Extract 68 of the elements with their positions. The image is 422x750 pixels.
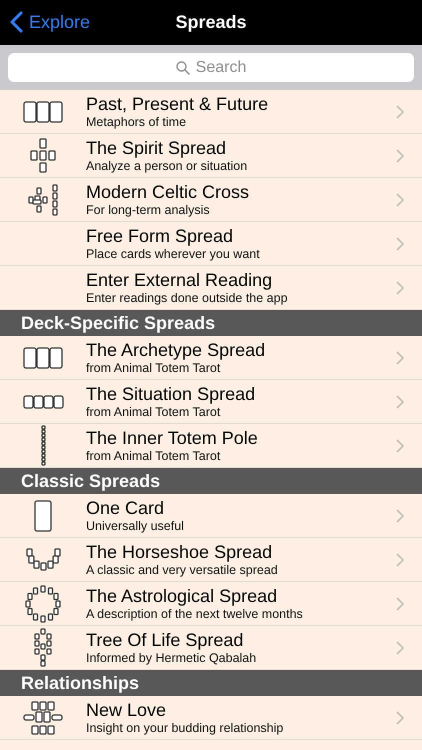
chevron-icon (396, 148, 404, 162)
spread-title: New Love (86, 700, 168, 720)
spread-title: Tree Of Life Spread (86, 630, 244, 650)
spread-subtitle: from Animal Totem Tarot (86, 360, 222, 376)
spread-subtitle: For long-term analysis (86, 202, 211, 218)
chevron-icon (396, 350, 404, 364)
card-layout-icon (40, 425, 46, 466)
card-layout-icon (26, 548, 60, 571)
search-field[interactable]: Search (8, 53, 414, 82)
spread-subtitle: Enter readings done outside the app (86, 290, 289, 306)
search-icon (176, 61, 190, 75)
spread-subtitle: Analyze a person or situation (86, 158, 248, 174)
card-layout-icon (30, 138, 56, 173)
spread-subtitle: from Animal Totem Tarot (86, 448, 222, 464)
spread-subtitle: Metaphors of time (86, 114, 188, 130)
section-header: Deck-Specific Spreads (0, 310, 422, 336)
spread-list-item[interactable]: The Archetype Spread from Animal Totem Tarot (0, 336, 422, 380)
spread-title: Free Form Spread (86, 226, 234, 246)
spread-title: The Horseshoe Spread (86, 542, 274, 562)
card-layout-icon (28, 184, 58, 216)
card-layout-icon (34, 500, 52, 532)
spread-subtitle: A classic and very versatile spread (86, 562, 279, 578)
spread-title: Past, Present & Future (86, 94, 270, 114)
spread-list-item[interactable]: The Spirit Spread Analyze a person or situation (0, 134, 422, 178)
spread-list-item[interactable]: Past, Present & Future Metaphors of time (0, 90, 422, 134)
spread-subtitle: A description of the next twelve months (86, 606, 304, 622)
spread-list-item[interactable]: Modern Celtic Cross For long-term analysis (0, 178, 422, 222)
spread-subtitle: Place cards wherever you want (86, 246, 261, 262)
card-layout-icon (23, 700, 63, 734)
screen-title: Spreads (175, 12, 247, 33)
section-header: Relationships (0, 670, 422, 696)
back-button[interactable]: Explore (10, 11, 90, 33)
spread-title: The Astrological Spread (86, 586, 278, 606)
spread-list-item[interactable]: One Card Universally useful (0, 494, 422, 538)
chevron-icon (396, 438, 404, 452)
chevron-icon (396, 236, 404, 250)
chevron-icon (396, 394, 404, 408)
chevron-icon (396, 640, 404, 654)
card-layout-icon (22, 394, 64, 408)
spread-subtitle: Universally useful (86, 518, 185, 534)
chevron-icon (396, 104, 404, 118)
chevron-icon (396, 596, 404, 610)
chevron-icon (396, 552, 404, 566)
spread-subtitle: Insight on your budding relationship (86, 720, 284, 736)
spread-list-item[interactable]: The Astrological Spread A description of the next twelve months (0, 582, 422, 626)
spread-subtitle: from Animal Totem Tarot (86, 404, 222, 420)
card-layout-icon (23, 100, 63, 122)
card-layout-icon (34, 628, 52, 667)
spread-title: Enter External Reading (86, 270, 274, 290)
spread-subtitle: Informed by Hermetic Qabalah (86, 650, 258, 666)
back-chevron-icon (10, 11, 23, 33)
section-header: Classic Spreads (0, 468, 422, 494)
spread-list-item[interactable]: The Horseshoe Spread A classic and very versatile spread (0, 538, 422, 582)
spread-list-item[interactable]: Free Form Spread Place cards wherever you want (0, 222, 422, 266)
spread-title: The Situation Spread (86, 384, 256, 404)
chevron-icon (396, 508, 404, 522)
spread-title: One Card (86, 498, 166, 518)
chevron-icon (396, 710, 404, 724)
spread-title: The Archetype Spread (86, 340, 266, 360)
spread-list-item[interactable]: The Situation Spread from Animal Totem Tarot (0, 380, 422, 424)
spread-list-item[interactable]: New Love Insight on your budding relationship (0, 696, 422, 740)
chevron-icon (396, 192, 404, 206)
spread-title: Modern Celtic Cross (86, 182, 250, 202)
card-layout-icon (23, 346, 63, 368)
spread-title: The Inner Totem Pole (86, 428, 259, 448)
spread-title: The Spirit Spread (86, 138, 228, 158)
chevron-icon (396, 280, 404, 294)
card-layout-icon (25, 584, 61, 622)
